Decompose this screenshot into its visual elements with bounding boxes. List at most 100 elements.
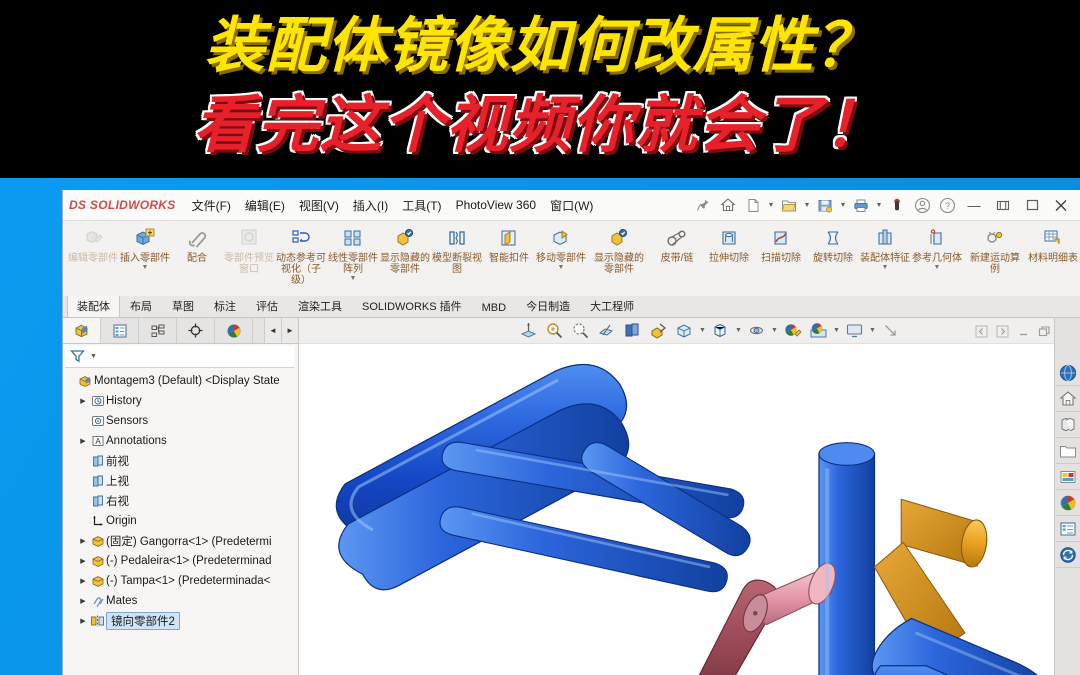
ribbon-dropdown-icon[interactable]: ▼ xyxy=(882,264,889,271)
appearances-scenes-icon[interactable] xyxy=(1055,464,1080,490)
ribbon-button-show-hidden[interactable]: 显示隐藏的零部件 xyxy=(593,221,645,296)
minimize-icon[interactable]: — xyxy=(961,194,987,216)
custom-properties-icon[interactable] xyxy=(1055,490,1080,516)
expand-arrow-icon[interactable] xyxy=(879,320,903,342)
ribbon-dropdown-icon[interactable]: ▼ xyxy=(558,264,565,271)
ribbon-dropdown-icon[interactable]: ▼ xyxy=(142,264,149,271)
tree-arrow[interactable]: ▶ xyxy=(77,397,89,405)
tree-item-mates[interactable]: ▶ Mates xyxy=(63,591,298,611)
menu-item-photoview[interactable]: PhotoView 360 xyxy=(456,198,537,212)
tab-manufacture-today[interactable]: 今日制造 xyxy=(516,294,580,317)
apply-scene-dropdown-icon[interactable]: ▼ xyxy=(699,327,707,334)
ribbon-button-bill-of-materials[interactable]: 材料明细表 xyxy=(1027,221,1079,296)
tab-annotation[interactable]: 标注 xyxy=(204,294,246,317)
open-document-dropdown-icon[interactable]: ▼ xyxy=(803,202,811,209)
home-icon[interactable] xyxy=(717,194,739,216)
display-style-dropdown-icon[interactable]: ▼ xyxy=(735,327,743,334)
tree-arrow[interactable]: ▶ xyxy=(77,617,89,625)
next-doc-icon[interactable] xyxy=(994,323,1011,340)
scene-icon[interactable] xyxy=(807,320,831,342)
tree-arrow[interactable]: ▶ xyxy=(77,557,89,565)
solidworks-forum-icon[interactable] xyxy=(1055,542,1080,568)
menu-item-edit[interactable]: 编辑(E) xyxy=(245,197,285,214)
3d-model-canvas[interactable] xyxy=(299,344,1080,675)
tree-item-sensors[interactable]: Sensors xyxy=(63,411,298,431)
new-document-icon[interactable] xyxy=(742,194,764,216)
feature-manager-tab[interactable] xyxy=(63,318,101,343)
tree-item-right-plane[interactable]: 右视 xyxy=(63,491,298,511)
previous-view-icon[interactable] xyxy=(569,320,593,342)
dimxpert-manager-tab[interactable] xyxy=(177,318,215,343)
tree-item-history[interactable]: ▶ History xyxy=(63,391,298,411)
print-icon[interactable] xyxy=(850,194,872,216)
display-style-icon[interactable] xyxy=(709,320,733,342)
solidworks-resources-icon[interactable] xyxy=(1055,360,1080,386)
view-orientation-icon[interactable] xyxy=(621,320,645,342)
display-manager-icon[interactable] xyxy=(1055,516,1080,542)
ribbon-button-swept-cut[interactable]: 扫描切除 xyxy=(755,221,807,296)
minimize-doc-icon[interactable] xyxy=(1015,323,1032,340)
prev-doc-icon[interactable] xyxy=(973,323,990,340)
ribbon-button-mate[interactable]: 配合 xyxy=(171,221,223,296)
zoom-to-area-icon[interactable] xyxy=(543,320,567,342)
ribbon-button-belt-chain[interactable]: 皮带/链 xyxy=(651,221,703,296)
tree-item-tampa[interactable]: ▶ (-) Tampa<1> (Predeterminada< xyxy=(63,571,298,591)
tree-arrow[interactable]: ▶ xyxy=(77,577,89,585)
menu-item-tools[interactable]: 工具(T) xyxy=(402,197,441,214)
ribbon-button-dynamic-reference[interactable]: 动态参考可视化（子级） xyxy=(275,221,327,296)
tree-item-assembly[interactable]: Montagem3 (Default) <Display State xyxy=(63,371,298,391)
help-icon[interactable]: ? xyxy=(936,194,958,216)
ribbon-button-show-hidden-components[interactable]: 显示隐藏的零部件 xyxy=(379,221,431,296)
print-dropdown-icon[interactable]: ▼ xyxy=(875,202,883,209)
file-explorer-icon[interactable] xyxy=(1055,412,1080,438)
account-icon[interactable] xyxy=(911,194,933,216)
tree-arrow[interactable]: ▶ xyxy=(77,537,89,545)
tree-item-gangorra[interactable]: ▶ (固定) Gangorra<1> (Predetermi xyxy=(63,531,298,551)
ribbon-button-broken-view[interactable]: 模型断裂视图 xyxy=(431,221,483,296)
save-icon[interactable] xyxy=(814,194,836,216)
zoom-to-fit-icon[interactable] xyxy=(517,320,541,342)
display-mode-icon[interactable] xyxy=(843,320,867,342)
ribbon-button-reference-geometry[interactable]: 参考几何体 ▼ xyxy=(911,221,963,296)
ribbon-button-revolved-cut[interactable]: 旋转切除 xyxy=(807,221,859,296)
tree-item-front-plane[interactable]: 前视 xyxy=(63,451,298,471)
ribbon-button-move-component[interactable]: 移动零部件 ▼ xyxy=(535,221,587,296)
tree-item-pedaleira[interactable]: ▶ (-) Pedaleira<1> (Predeterminad xyxy=(63,551,298,571)
tab-mbd[interactable]: MBD xyxy=(472,298,516,317)
tab-sketch[interactable]: 草图 xyxy=(162,294,204,317)
maximize-icon[interactable] xyxy=(1019,194,1045,216)
feature-tree-filter[interactable]: ▼ xyxy=(65,346,294,368)
ribbon-button-new-motion-study[interactable]: 新建运动算例 xyxy=(969,221,1021,296)
pin-icon[interactable] xyxy=(692,194,714,216)
tree-arrow[interactable]: ▶ xyxy=(77,437,89,445)
appearances-icon[interactable] xyxy=(781,320,805,342)
save-dropdown-icon[interactable]: ▼ xyxy=(839,202,847,209)
menu-item-file[interactable]: 文件(F) xyxy=(192,197,231,214)
tree-item-annotations[interactable]: ▶ A Annotations xyxy=(63,431,298,451)
ribbon-dropdown-icon[interactable]: ▼ xyxy=(934,264,941,271)
tab-evaluate[interactable]: 评估 xyxy=(246,294,288,317)
view-settings-icon[interactable] xyxy=(745,320,769,342)
open-document-icon[interactable] xyxy=(778,194,800,216)
tree-arrow[interactable]: ▶ xyxy=(77,597,89,605)
ribbon-button-extruded-cut[interactable]: 拉伸切除 xyxy=(703,221,755,296)
restore-doc-icon[interactable] xyxy=(1036,323,1053,340)
scene-dropdown-icon[interactable]: ▼ xyxy=(833,327,841,334)
display-mode-dropdown-icon[interactable]: ▼ xyxy=(869,327,877,334)
tab-render-tools[interactable]: 渲染工具 xyxy=(288,294,352,317)
menu-item-view[interactable]: 视图(V) xyxy=(299,197,339,214)
ribbon-dropdown-icon[interactable]: ▼ xyxy=(350,275,357,282)
tab-solidworks-addins[interactable]: SOLIDWORKS 插件 xyxy=(352,294,472,317)
tab-layout[interactable]: 布局 xyxy=(120,294,162,317)
close-icon[interactable] xyxy=(1048,194,1074,216)
ribbon-button-assembly-feature[interactable]: 装配体特征 ▼ xyxy=(859,221,911,296)
design-library-icon[interactable] xyxy=(1055,386,1080,412)
configuration-manager-tab[interactable] xyxy=(139,318,177,343)
tab-big-engineer[interactable]: 大工程师 xyxy=(580,294,644,317)
tree-item-mirror-components[interactable]: ▶ 镜向零部件2 xyxy=(63,611,298,631)
ribbon-button-smart-fasteners[interactable]: 智能扣件 xyxy=(483,221,535,296)
feature-panel-prev-button[interactable]: ◄ xyxy=(264,318,281,343)
rebuild-icon[interactable] xyxy=(886,194,908,216)
menu-item-window[interactable]: 窗口(W) xyxy=(550,197,593,214)
property-manager-tab[interactable] xyxy=(101,318,139,343)
